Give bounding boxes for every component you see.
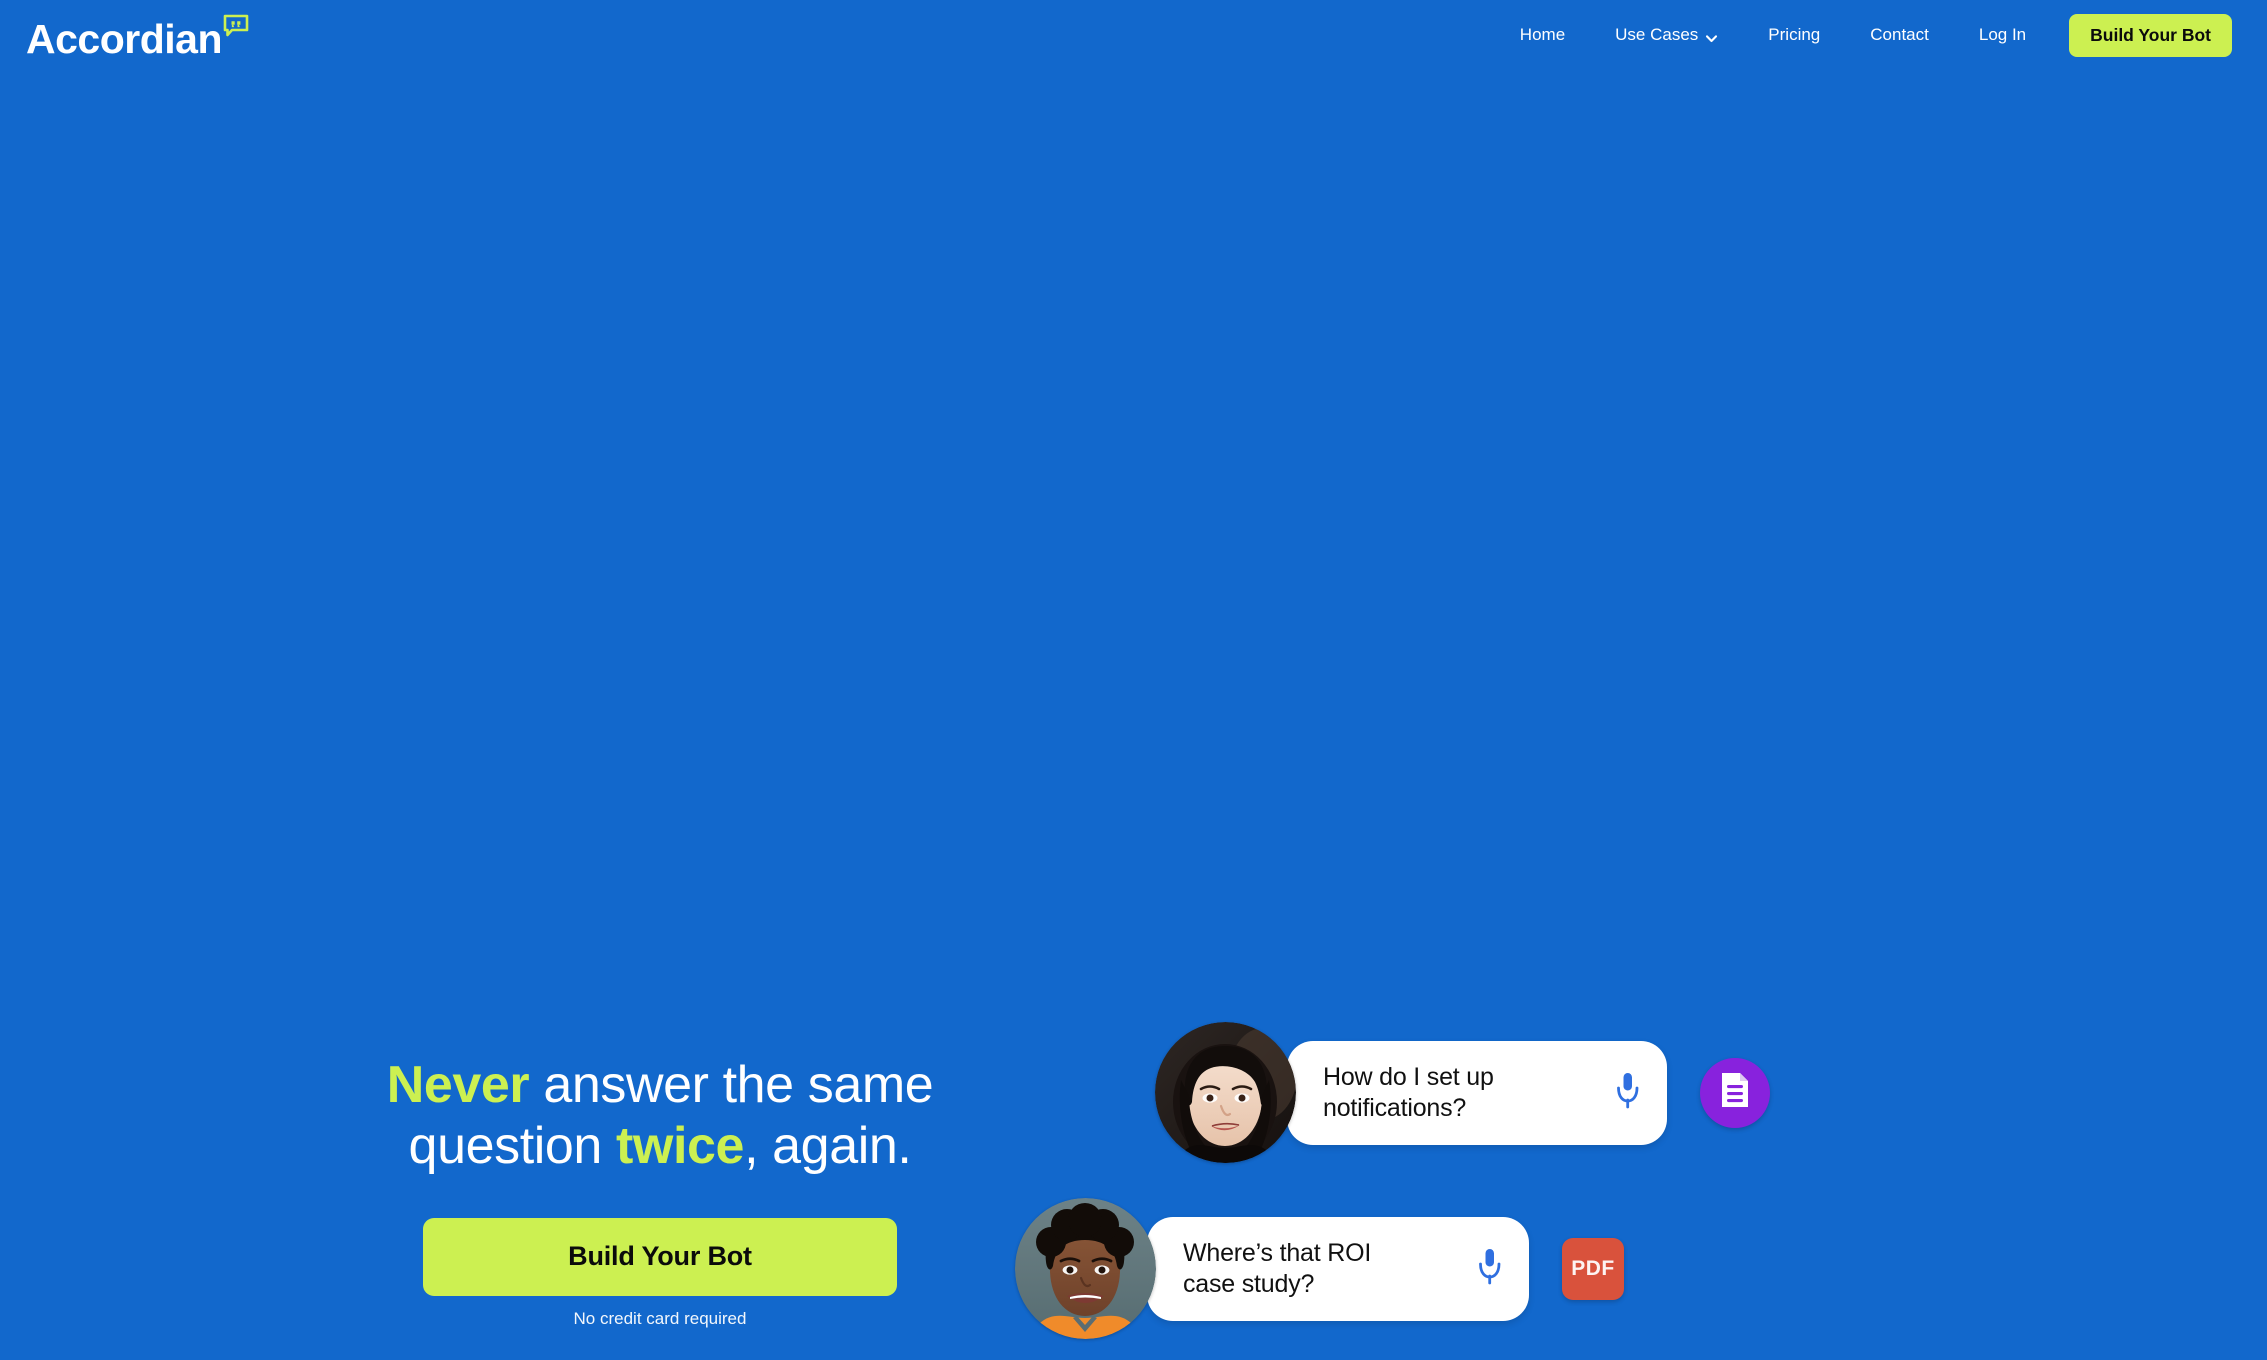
chat-message-1: How do I set up notifications? — [1155, 1022, 1770, 1163]
nav-item-contact[interactable]: Contact — [1845, 17, 1954, 53]
nav-item-label: Use Cases — [1615, 25, 1699, 44]
chat-bubble[interactable]: How do I set up notifications? — [1287, 1040, 1667, 1145]
chat-message-2: Where’s that ROI case study? PDF — [1015, 1198, 1624, 1339]
nav-item-label: Log In — [1978, 25, 2027, 44]
chat-attachment-document[interactable] — [1700, 1057, 1770, 1128]
headline-accent-twice: twice — [616, 1117, 745, 1176]
hero-build-your-bot-button[interactable]: Build Your Bot — [423, 1217, 897, 1296]
chat-bubble[interactable]: Where’s that ROI case study? — [1147, 1216, 1529, 1321]
chat-attachment-pdf[interactable]: PDF — [1562, 1237, 1624, 1300]
nav-item-use-cases[interactable]: Use Cases — [1590, 17, 1743, 53]
microphone-icon[interactable] — [1476, 1247, 1503, 1290]
brand-name: Accordian — [26, 15, 223, 62]
hero-copy-column: Never answer the same question twice, ag… — [0, 1000, 1140, 1329]
pdf-file-icon: PDF — [1562, 1237, 1624, 1300]
hero-section: Never answer the same question twice, ag… — [0, 1000, 2267, 1339]
header-build-your-bot-button[interactable]: Build Your Bot — [2069, 13, 2232, 57]
nav-item-log-in[interactable]: Log In — [1954, 17, 2051, 53]
avatar — [1155, 1022, 1296, 1163]
headline-accent-never: Never — [386, 1056, 530, 1114]
nav-item-home[interactable]: Home — [1495, 17, 1590, 53]
nav-item-pricing[interactable]: Pricing — [1743, 17, 1845, 53]
page-title: Never answer the same question twice, ag… — [350, 1055, 970, 1178]
headline-text-2: , again. — [744, 1117, 912, 1176]
chevron-down-icon — [1705, 30, 1718, 43]
document-icon — [1718, 1071, 1752, 1114]
landing-page: Accordian Home Use Cases Pricing Contact… — [0, 0, 2267, 1360]
no-credit-card-note: No credit card required — [573, 1308, 747, 1328]
avatar — [1015, 1198, 1156, 1339]
nav-item-label: Home — [1519, 25, 1566, 44]
main-navigation: Home Use Cases Pricing Contact Log In Bu… — [1495, 13, 2241, 57]
nav-item-label: Pricing — [1768, 25, 1821, 44]
speech-bubble-quote-icon — [223, 14, 249, 42]
document-icon-circle — [1700, 1057, 1770, 1128]
site-header: Accordian Home Use Cases Pricing Contact… — [0, 0, 2267, 70]
hero-cta-group: Build Your Bot No credit card required — [180, 1217, 1140, 1329]
microphone-icon[interactable] — [1614, 1071, 1641, 1114]
chat-bubble-text: Where’s that ROI case study? — [1183, 1239, 1372, 1298]
nav-item-label: Contact — [1870, 25, 1929, 44]
brand-logo[interactable]: Accordian — [26, 11, 249, 60]
chat-bubble-text: How do I set up notifications? — [1323, 1063, 1494, 1122]
